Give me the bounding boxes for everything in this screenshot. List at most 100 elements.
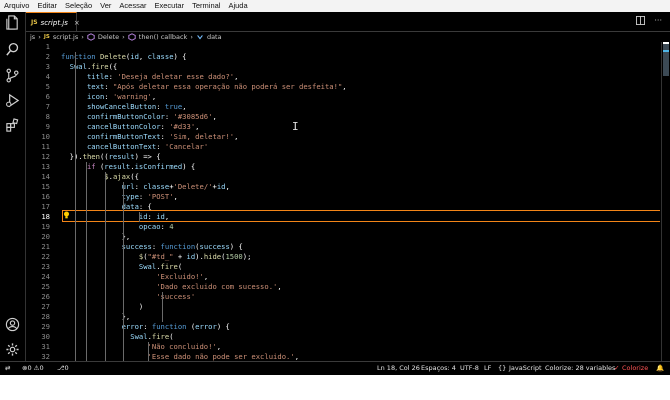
code-token: , bbox=[164, 212, 170, 221]
code-line[interactable]: 19 opcao: 4 bbox=[26, 222, 660, 232]
code-line[interactable]: 16 type: 'POST', bbox=[26, 192, 660, 202]
code-token: cancelButtonColor bbox=[86, 122, 161, 131]
chevron-right-icon: › bbox=[38, 33, 41, 41]
variable-icon bbox=[197, 35, 203, 40]
lightbulb-icon[interactable] bbox=[63, 211, 70, 219]
editor-scrollbar[interactable] bbox=[661, 42, 670, 361]
more-actions-icon[interactable]: ··· bbox=[654, 16, 662, 25]
encoding[interactable]: UTF-8 bbox=[460, 364, 479, 372]
code-line[interactable]: 12 }).then((result) => { bbox=[26, 152, 660, 162]
code-line[interactable]: 7 showCancelButton: true, bbox=[26, 102, 660, 112]
menu-item[interactable]: Terminal bbox=[188, 0, 224, 12]
code-line[interactable]: 29 error: function (error) { bbox=[26, 322, 660, 332]
code-line[interactable]: 5 text: "Após deletar essa operação não … bbox=[26, 82, 660, 92]
menu-item[interactable]: Seleção bbox=[61, 0, 96, 12]
code-line[interactable]: 6 icon: 'warning', bbox=[26, 92, 660, 102]
code-line[interactable]: 20 }, bbox=[26, 232, 660, 242]
code-line[interactable]: 24 'Excluido!', bbox=[26, 272, 660, 282]
code-token: classe bbox=[143, 182, 170, 191]
code-token: ajax bbox=[112, 172, 131, 181]
indent-guide bbox=[123, 182, 124, 361]
line-number: 26 bbox=[41, 292, 50, 301]
code-token: error bbox=[121, 322, 144, 331]
tab-script-js[interactable]: JS script.js × bbox=[26, 12, 80, 32]
code-text: Swal.fire( bbox=[61, 332, 173, 342]
code-line[interactable]: 32 'Esse dado não pode ser excluido.', bbox=[26, 352, 660, 361]
code-token: ) => { bbox=[134, 152, 161, 161]
line-number: 19 bbox=[41, 222, 50, 231]
language-mode[interactable]: JavaScript bbox=[509, 364, 542, 372]
code-line[interactable]: 1 bbox=[26, 42, 660, 52]
code-line[interactable]: 31 'Não concluido!', bbox=[26, 342, 660, 352]
code-line[interactable]: 27 ) bbox=[26, 302, 660, 312]
menu-item[interactable]: Executar bbox=[151, 0, 189, 12]
menu-item[interactable]: Acessar bbox=[115, 0, 150, 12]
extensions-icon[interactable] bbox=[5, 118, 20, 133]
code-line[interactable]: 15 url: classe+'Delete/'+id, bbox=[26, 182, 660, 192]
code-token: 'Cancelar' bbox=[164, 142, 209, 151]
code-line[interactable]: 22 $("#td_" + id).hide(1500); bbox=[26, 252, 660, 262]
colorize-status[interactable]: Colorize: 28 variables bbox=[545, 364, 615, 372]
code-line[interactable]: 11 cancelButtonText: 'Cancelar' bbox=[26, 142, 660, 152]
breadcrumb-file[interactable]: script.js bbox=[53, 33, 78, 41]
end-of-line[interactable]: LF bbox=[484, 364, 491, 372]
breadcrumb-folder[interactable]: js bbox=[30, 33, 35, 41]
code-text: confirmButtonText: 'Sim, deletar!', bbox=[61, 132, 238, 142]
code-line[interactable]: 14 $.ajax({ bbox=[26, 172, 660, 182]
code-line[interactable]: 18 id: id, bbox=[26, 212, 660, 222]
settings-gear-icon[interactable] bbox=[5, 342, 20, 357]
source-control-icon[interactable] bbox=[5, 68, 20, 83]
line-number: 4 bbox=[45, 72, 50, 81]
code-line[interactable]: 25 'Dado excluido com sucesso.', bbox=[26, 282, 660, 292]
problems-indicator[interactable]: ⊗0 ⚠0 bbox=[22, 364, 44, 372]
colorize-button-icon[interactable]: ✓ bbox=[614, 364, 619, 372]
breadcrumb-function[interactable]: Delete bbox=[98, 33, 119, 41]
code-token: 'warning' bbox=[112, 92, 152, 101]
code-line[interactable]: 2 function Delete(id, classe) { bbox=[26, 52, 660, 62]
menu-item[interactable]: Ajuda bbox=[224, 0, 251, 12]
code-line[interactable]: 13 if (result.isConfirmed) { bbox=[26, 162, 660, 172]
breadcrumb-callback[interactable]: then() callback bbox=[139, 33, 188, 41]
language-braces-icon: {} bbox=[498, 364, 507, 372]
code-token: 'Dado excluido com sucesso.' bbox=[156, 282, 278, 291]
code-line[interactable]: 3 Swal.fire({ bbox=[26, 62, 660, 72]
remote-icon[interactable]: ⇄ bbox=[5, 364, 10, 372]
close-icon[interactable]: × bbox=[74, 19, 80, 27]
code-line[interactable]: 30 Swal.fire( bbox=[26, 332, 660, 342]
breadcrumb-variable[interactable]: data bbox=[207, 33, 222, 41]
ports-indicator[interactable]: ⎇0 bbox=[57, 364, 69, 372]
search-icon[interactable] bbox=[5, 42, 20, 57]
code-token: success bbox=[199, 242, 230, 251]
notifications-icon[interactable]: 🔔 bbox=[656, 364, 664, 372]
code-line[interactable]: 17 data: { bbox=[26, 202, 660, 212]
menu-item[interactable]: Ver bbox=[96, 0, 115, 12]
scrollbar-thumb[interactable] bbox=[663, 42, 669, 76]
account-icon[interactable] bbox=[5, 317, 20, 332]
code-editor[interactable]: 1 2 function Delete(id, classe) {3 Swal.fi… bbox=[26, 42, 660, 361]
cursor-position[interactable]: Ln 18, Col 26 bbox=[377, 364, 420, 372]
code-line[interactable]: 26 'success' bbox=[26, 292, 660, 302]
colorize-button[interactable]: Colorize bbox=[622, 364, 648, 372]
code-line[interactable]: 9 cancelButtonColor: '#d33', bbox=[26, 122, 660, 132]
menu-item[interactable]: Editar bbox=[33, 0, 61, 12]
chevron-right-icon: › bbox=[81, 33, 84, 41]
code-line[interactable]: 21 success: function(success) { bbox=[26, 242, 660, 252]
explorer-icon[interactable] bbox=[5, 15, 20, 30]
code-token: : bbox=[156, 102, 165, 111]
split-editor-icon[interactable] bbox=[636, 16, 646, 25]
indentation[interactable]: Espaços: 4 bbox=[421, 364, 456, 372]
indent-guide bbox=[139, 212, 140, 222]
code-line[interactable]: 10 confirmButtonText: 'Sim, deletar!', bbox=[26, 132, 660, 142]
code-line[interactable]: 23 Swal.fire( bbox=[26, 262, 660, 272]
line-number: 23 bbox=[41, 262, 50, 271]
code-line[interactable]: 28 }, bbox=[26, 312, 660, 322]
code-line[interactable]: 8 confirmButtonColor: '#3085d6', bbox=[26, 112, 660, 122]
code-line[interactable]: 4 title: 'Deseja deletar esse dado?', bbox=[26, 72, 660, 82]
menu-item[interactable]: Arquivo bbox=[0, 0, 33, 12]
run-debug-icon[interactable] bbox=[5, 93, 20, 108]
